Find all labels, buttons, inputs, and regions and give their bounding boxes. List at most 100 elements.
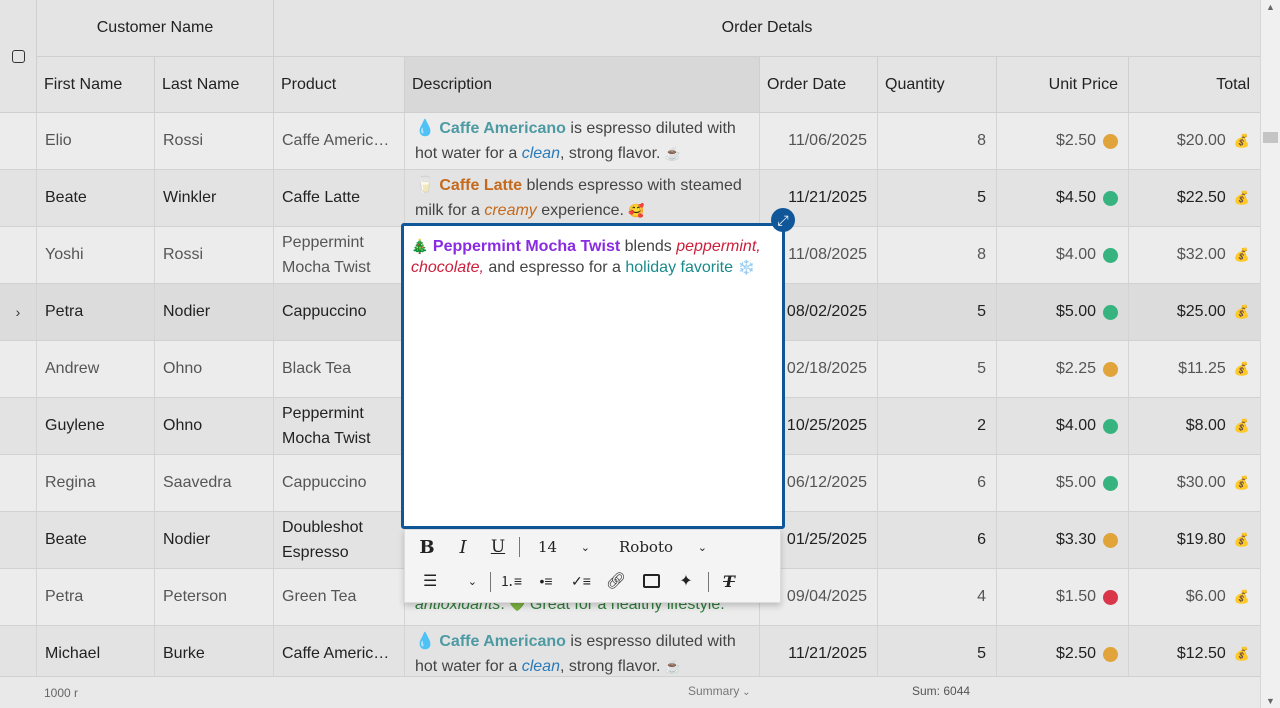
cell-product[interactable]: Caffe Americ… (274, 113, 405, 169)
clear-format-button[interactable]: T (718, 568, 740, 594)
cell-total[interactable]: $30.00 💰 (1129, 455, 1260, 511)
cell-total[interactable]: $32.00 💰 (1129, 227, 1260, 283)
cell-last-name[interactable]: Rossi (155, 227, 274, 283)
cell-description[interactable]: 🥛 Caffe Latte blends espresso with steam… (405, 170, 760, 226)
cell-total[interactable]: $8.00 💰 (1129, 398, 1260, 454)
cell-total[interactable]: $12.50 💰 (1129, 626, 1260, 676)
font-size-select[interactable]: 14 ⌄ (538, 534, 590, 560)
cell-unit-price[interactable]: $2.50 (997, 113, 1129, 169)
ai-sparkle-button[interactable]: ✦ (675, 568, 697, 594)
cell-product[interactable]: Green Tea (274, 569, 405, 625)
cell-first-name[interactable]: Petra (37, 284, 155, 340)
cell-description[interactable]: 💧 Caffe Americano is espresso diluted wi… (405, 113, 760, 169)
cell-total[interactable]: $25.00 💰 (1129, 284, 1260, 340)
table-row[interactable]: Michael Burke Caffe Americ… 💧 Caffe Amer… (0, 626, 1260, 676)
italic-button[interactable]: I (453, 534, 473, 560)
font-family-select[interactable]: Roboto ⌄ (619, 534, 707, 560)
cell-total[interactable]: $6.00 💰 (1129, 569, 1260, 625)
col-header-first-name[interactable]: First Name (37, 57, 155, 113)
select-all-checkbox[interactable] (11, 49, 25, 63)
cell-unit-price[interactable]: $1.50 (997, 569, 1129, 625)
cell-quantity[interactable]: 6 (878, 512, 997, 568)
cell-first-name[interactable]: Yoshi (37, 227, 155, 283)
cell-product[interactable]: Black Tea (274, 341, 405, 397)
scroll-down-arrow-icon[interactable]: ▼ (1261, 696, 1280, 706)
cell-last-name[interactable]: Rossi (155, 113, 274, 169)
bold-button[interactable]: B (417, 534, 437, 560)
cell-quantity[interactable]: 5 (878, 341, 997, 397)
cell-order-date[interactable]: 11/21/2025 (760, 626, 878, 676)
underline-button[interactable]: U (488, 534, 508, 560)
cell-quantity[interactable]: 8 (878, 113, 997, 169)
cell-product[interactable]: Doubleshot Espresso (274, 512, 405, 568)
cell-total[interactable]: $19.80 💰 (1129, 512, 1260, 568)
toolbar-separator (708, 572, 709, 592)
cell-last-name[interactable]: Burke (155, 626, 274, 676)
expand-editor-button[interactable]: ⤢ (771, 208, 795, 232)
cell-product[interactable]: Cappuccino (274, 455, 405, 511)
col-header-total[interactable]: Total (1129, 57, 1260, 113)
cell-last-name[interactable]: Nodier (155, 512, 274, 568)
cell-quantity[interactable]: 5 (878, 284, 997, 340)
image-button[interactable] (640, 568, 662, 594)
bullet-list-button[interactable]: •≡ (535, 568, 557, 594)
cell-quantity[interactable]: 6 (878, 455, 997, 511)
cell-product[interactable]: Caffe Americ… (274, 626, 405, 676)
col-header-last-name[interactable]: Last Name (155, 57, 274, 113)
cell-product[interactable]: Caffe Latte (274, 170, 405, 226)
link-button[interactable]: 🔗︎ (605, 568, 627, 594)
cell-first-name[interactable]: Guylene (37, 398, 155, 454)
col-header-quantity[interactable]: Quantity (878, 57, 997, 113)
cell-description[interactable]: 💧 Caffe Americano is espresso diluted wi… (405, 626, 760, 676)
cell-product[interactable]: Peppermint Mocha Twist (274, 227, 405, 283)
scroll-thumb[interactable] (1263, 132, 1278, 143)
cell-quantity[interactable]: 5 (878, 170, 997, 226)
cell-first-name[interactable]: Elio (37, 113, 155, 169)
cell-first-name[interactable]: Petra (37, 569, 155, 625)
cell-last-name[interactable]: Ohno (155, 398, 274, 454)
cell-total[interactable]: $11.25 💰 (1129, 341, 1260, 397)
cell-total[interactable]: $22.50 💰 (1129, 170, 1260, 226)
cell-last-name[interactable]: Peterson (155, 569, 274, 625)
scroll-up-arrow-icon[interactable]: ▲ (1261, 2, 1280, 12)
cell-last-name[interactable]: Winkler (155, 170, 274, 226)
col-header-product[interactable]: Product (274, 57, 405, 113)
cell-unit-price[interactable]: $4.00 (997, 227, 1129, 283)
cell-unit-price[interactable]: $3.30 (997, 512, 1129, 568)
cell-total[interactable]: $20.00 💰 (1129, 113, 1260, 169)
table-row[interactable]: Beate Winkler Caffe Latte 🥛 Caffe Latte … (0, 170, 1260, 227)
col-header-description[interactable]: Description (405, 57, 760, 113)
cell-first-name[interactable]: Michael (37, 626, 155, 676)
vertical-scrollbar[interactable]: ▲ ▼ (1260, 0, 1280, 708)
cell-product[interactable]: Cappuccino (274, 284, 405, 340)
cell-quantity[interactable]: 2 (878, 398, 997, 454)
row-expand-chevron-icon[interactable]: › (16, 304, 21, 320)
cell-unit-price[interactable]: $2.25 (997, 341, 1129, 397)
cell-first-name[interactable]: Regina (37, 455, 155, 511)
cell-last-name[interactable]: Nodier (155, 284, 274, 340)
cell-unit-price[interactable]: $5.00 (997, 455, 1129, 511)
cell-quantity[interactable]: 8 (878, 227, 997, 283)
table-row[interactable]: Elio Rossi Caffe Americ… 💧 Caffe America… (0, 113, 1260, 170)
cell-quantity[interactable]: 5 (878, 626, 997, 676)
cell-unit-price[interactable]: $2.50 (997, 626, 1129, 676)
cell-first-name[interactable]: Andrew (37, 341, 155, 397)
cell-first-name[interactable]: Beate (37, 512, 155, 568)
rich-text-editor[interactable]: 🎄 Peppermint Mocha Twist blends peppermi… (401, 223, 785, 529)
cell-last-name[interactable]: Ohno (155, 341, 274, 397)
cell-unit-price[interactable]: $4.00 (997, 398, 1129, 454)
align-dropdown[interactable]: ☰ ⌄ (423, 568, 477, 594)
cell-unit-price[interactable]: $4.50 (997, 170, 1129, 226)
cell-quantity[interactable]: 4 (878, 569, 997, 625)
cell-last-name[interactable]: Saavedra (155, 455, 274, 511)
col-header-unit-price[interactable]: Unit Price (997, 57, 1129, 113)
numbered-list-button[interactable]: ⒈≡ (500, 568, 522, 594)
col-header-order-date[interactable]: Order Date (760, 57, 878, 113)
cell-first-name[interactable]: Beate (37, 170, 155, 226)
cell-product[interactable]: Peppermint Mocha Twist (274, 398, 405, 454)
checklist-button[interactable]: ✓≡ (570, 568, 592, 594)
cell-order-date[interactable]: 11/06/2025 (760, 113, 878, 169)
cell-unit-price[interactable]: $5.00 (997, 284, 1129, 340)
row-indicator[interactable]: › (0, 284, 37, 340)
summary-dropdown[interactable]: Summary ⌄ (688, 684, 751, 698)
